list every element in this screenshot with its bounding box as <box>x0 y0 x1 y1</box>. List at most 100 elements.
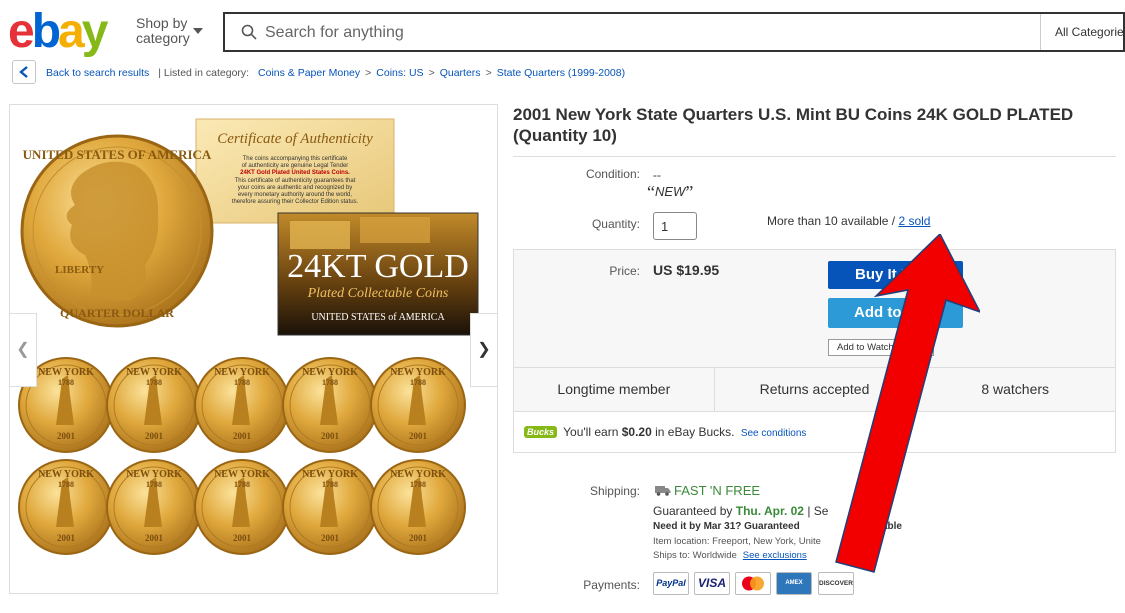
bucks-amount: $0.20 <box>621 425 652 439</box>
ny-coin-label: NEW YORK <box>214 367 270 378</box>
paypal-icon: PayPal <box>653 572 689 595</box>
availability-text: More than 10 available / <box>767 214 896 228</box>
shop-by-line2: category <box>136 30 190 46</box>
category-select[interactable]: All Categories <box>1040 14 1125 50</box>
gold-card-subtitle: Plated Collectable Coins <box>307 286 449 301</box>
ny-coin-year: 1788 <box>322 378 338 387</box>
ny-coin-bottom: 2001 <box>409 533 428 543</box>
ny-quarter-coin: NEW YORK1788 2001 <box>282 357 378 453</box>
need-it-end: available <box>859 521 902 532</box>
price-value: US $19.95 <box>653 262 720 278</box>
image-next-button[interactable]: ❯ <box>470 313 498 387</box>
ny-coin-label: NEW YORK <box>390 469 446 480</box>
search-icon <box>241 24 257 40</box>
ships-to: Ships to: Worldwide See exclusions <box>653 550 807 561</box>
chevron-down-icon[interactable] <box>193 28 203 34</box>
certificate-title: Certificate of Authenticity <box>217 131 373 147</box>
image-prev-button[interactable]: ❮ <box>9 313 37 387</box>
ebay-bucks-row: Bucks You'll earn $0.20 in eBay Bucks. S… <box>524 425 806 439</box>
ny-coin-label: NEW YORK <box>302 469 358 480</box>
item-location-label: Item location: <box>653 536 710 547</box>
mastercard-logo <box>742 576 764 591</box>
breadcrumb-item[interactable]: Coins & Paper Money <box>258 67 360 79</box>
logo-y: y <box>81 5 109 58</box>
chevron-down-icon <box>919 340 933 355</box>
truck-icon <box>655 486 671 496</box>
ny-coin-label: NEW YORK <box>126 367 182 378</box>
ny-coin-bottom: 2001 <box>321 431 340 441</box>
payments-label: Payments: <box>583 578 640 592</box>
bucks-badge: Bucks <box>524 426 558 438</box>
ny-coin-bottom: 2001 <box>321 533 340 543</box>
bucks-text: You'll earn <box>563 425 619 439</box>
certificate-text: This certificate of authenticity guarant… <box>235 178 356 184</box>
ny-quarter-coin: NEW YORK1788 2001 <box>370 357 466 453</box>
breadcrumb-item[interactable]: Coins: US <box>376 67 423 79</box>
product-image-panel[interactable]: Certificate of Authenticity The coins ac… <box>9 104 498 594</box>
breadcrumb-item[interactable]: State Quarters (1999-2008) <box>497 67 625 79</box>
guaranteed-delivery: Guaranteed by Thu. Apr. 02 | Se <box>653 504 828 518</box>
ny-quarter-coin: NEW YORK1788 2001 <box>106 459 202 555</box>
ny-quarter-coin: NEW YORK1788 2001 <box>370 459 466 555</box>
ny-coin-bottom: 2001 <box>409 431 428 441</box>
price-label: Price: <box>609 264 640 278</box>
sold-link[interactable]: 2 sold <box>898 214 930 228</box>
ny-coin-bottom: 2001 <box>57 431 76 441</box>
breadcrumb-sep: > <box>485 67 492 79</box>
bucks-suffix: in eBay Bucks. <box>655 425 735 439</box>
add-to-watchlist-select[interactable]: Add to Watch list <box>828 339 934 356</box>
gold-card-usa: UNITED STATES of AMERICA <box>311 312 445 323</box>
condition-label: Condition: <box>585 167 640 181</box>
ebay-logo[interactable]: ebay <box>8 5 109 58</box>
back-button[interactable] <box>12 60 36 84</box>
ny-coin-year: 1788 <box>58 378 74 387</box>
ny-coin-year: 1788 <box>234 378 250 387</box>
listing-title: 2001 New York State Quarters U.S. Mint B… <box>513 105 1074 145</box>
quantity-label: Quantity: <box>591 217 640 231</box>
availability: More than 10 available / 2 sold <box>767 214 930 228</box>
coin-text: LIBERTY <box>55 264 104 276</box>
condition-note: “NEW” <box>647 182 694 202</box>
ny-coin-label: NEW YORK <box>38 469 94 480</box>
coin-text: QUARTER DOLLAR <box>60 306 174 320</box>
search-bar: All Categories <box>223 12 1125 52</box>
certificate-text: your coins are authentic and recognized … <box>238 185 352 191</box>
shop-by-category-button[interactable]: Shop by category <box>136 16 190 46</box>
item-location-value: Freeport, New York, Unite <box>712 536 821 547</box>
fast-n-free-text: FAST 'N FREE <box>674 483 761 498</box>
listed-in-label: | Listed in category: <box>158 67 250 79</box>
ny-quarter-coin: NEW YORK1788 2001 <box>18 459 114 555</box>
seller-stats: Longtime member Returns accepted 8 watch… <box>514 367 1115 412</box>
stat-returns-accepted: Returns accepted <box>715 368 916 411</box>
back-to-search-link[interactable]: Back to search results <box>46 67 149 79</box>
guaranteed-by-text: Guaranteed by <box>653 504 733 518</box>
see-conditions-link[interactable]: See conditions <box>741 428 807 439</box>
coin-text: UNITED STATES OF AMERICA <box>23 147 212 162</box>
ny-coin-label: NEW YORK <box>390 367 446 378</box>
quantity-input[interactable] <box>653 212 697 240</box>
ny-coin-bottom: 2001 <box>145 533 164 543</box>
ny-quarter-coin: NEW YORK1788 2001 <box>106 357 202 453</box>
stat-watchers: 8 watchers <box>981 381 1050 397</box>
see-exclusions-link[interactable]: See exclusions <box>743 550 807 561</box>
certificate-text: 24KT Gold Plated United States Coins. <box>240 170 350 176</box>
ny-coin-year: 1788 <box>234 480 250 489</box>
mastercard-icon <box>735 572 771 595</box>
ny-coin-year: 1788 <box>146 480 162 489</box>
breadcrumb-item[interactable]: Quarters <box>440 67 481 79</box>
stat-longtime-member: Longtime member <box>514 368 715 411</box>
ny-coin-bottom: 2001 <box>233 431 252 441</box>
ny-coin-bottom: 2001 <box>57 533 76 543</box>
add-to-cart-button[interactable]: Add to cart <box>828 298 963 328</box>
shipping-label: Shipping: <box>589 484 640 498</box>
ships-to-label: Ships to: <box>653 550 690 561</box>
logo-a: a <box>58 5 85 58</box>
ny-coin-year: 1788 <box>322 480 338 489</box>
breadcrumb-sep: > <box>365 67 372 79</box>
search-input[interactable] <box>265 20 1045 46</box>
ny-quarter-coin: NEW YORK1788 2001 <box>194 357 290 453</box>
price-box <box>513 249 1116 453</box>
buy-it-now-button[interactable]: Buy It Now <box>828 261 963 289</box>
ny-coin-year: 1788 <box>410 378 426 387</box>
ny-coin-year: 1788 <box>410 480 426 489</box>
